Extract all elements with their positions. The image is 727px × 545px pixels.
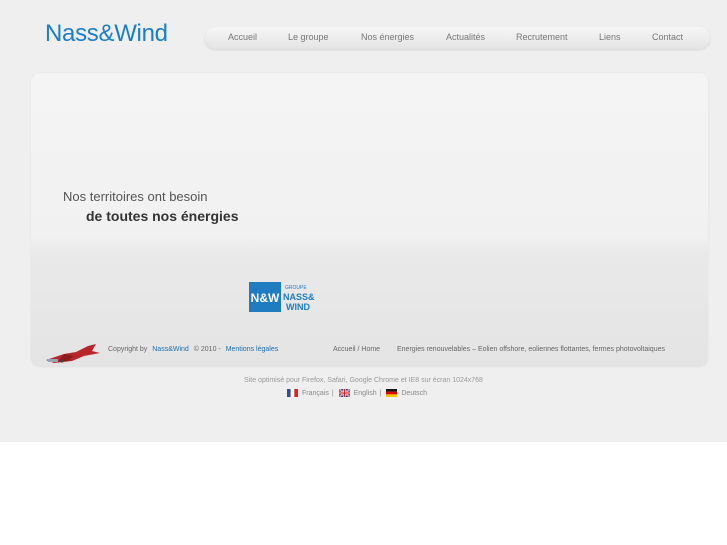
group-logo-top: GROUPE — [285, 285, 307, 291]
footer-tagline: Energies renouvelables – Eolien offshore… — [397, 346, 665, 353]
legal-link[interactable]: Mentions légales — [226, 346, 279, 353]
lang-english[interactable]: English — [354, 390, 377, 397]
nav-contact[interactable]: Contact — [652, 32, 683, 42]
nav-le-groupe[interactable]: Le groupe — [288, 32, 329, 42]
copyright-year: © 2010 - — [193, 346, 221, 353]
copyright-brand-link[interactable]: Nass&Wind — [152, 346, 189, 353]
hero-subtitle: Nos territoires ont besoin — [63, 189, 208, 204]
main-nav: Accueil Le groupe Nos énergies Actualité… — [205, 27, 710, 49]
lang-french[interactable]: Français — [302, 390, 329, 397]
browser-note: Site optimisé pour Firefox, Safari, Goog… — [244, 377, 483, 384]
footer-copyright: Copyright by Nass&Wind © 2010 - Mentions… — [108, 346, 278, 353]
hero-title: de toutes nos énergies — [86, 208, 239, 224]
group-logo-line2: WIND — [286, 302, 310, 312]
group-logo-line1: NASS& — [283, 292, 315, 302]
nav-recrutement[interactable]: Recrutement — [516, 32, 568, 42]
lang-german[interactable]: Deutsch — [401, 390, 427, 397]
group-logo[interactable]: N&W GROUPE NASS& WIND — [249, 282, 321, 312]
nav-actualites[interactable]: Actualités — [446, 32, 485, 42]
nav-liens[interactable]: Liens — [599, 32, 621, 42]
nav-nos-energies[interactable]: Nos énergies — [361, 32, 414, 42]
footer-home-link[interactable]: Accueil / Home — [333, 346, 380, 353]
nav-accueil[interactable]: Accueil — [228, 32, 257, 42]
flag-fr-icon — [287, 389, 298, 397]
language-switcher: Français | English | Deutsch — [287, 389, 427, 397]
copyright-prefix: Copyright by — [108, 346, 148, 353]
group-logo-mark: N&W — [251, 291, 280, 305]
aircraft-illustration-icon — [46, 344, 100, 363]
site-logo[interactable]: Nass&Wind — [45, 20, 168, 48]
flag-uk-icon — [338, 389, 350, 397]
flag-de-icon — [386, 389, 398, 397]
